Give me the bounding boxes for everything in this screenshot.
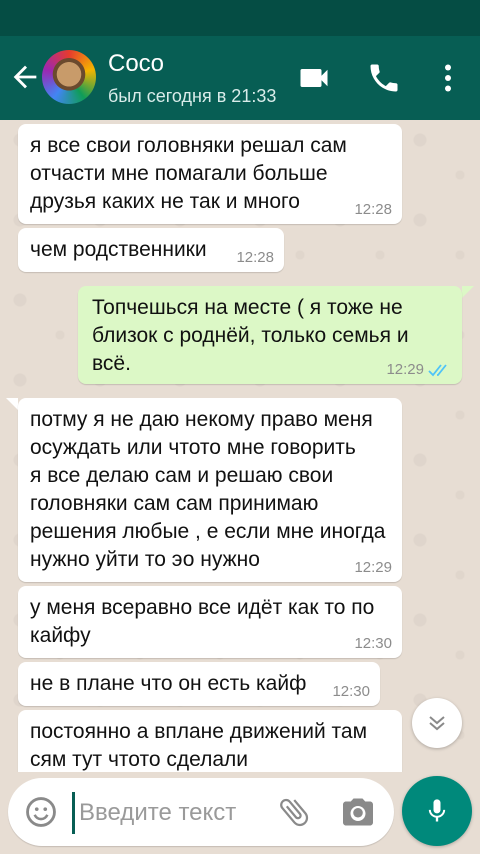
message-time: 12:30 xyxy=(354,635,392,652)
camera-icon[interactable] xyxy=(340,794,376,830)
message-time: 12:29 xyxy=(386,361,424,378)
bubble-tail xyxy=(6,398,18,410)
message-bubble-incoming[interactable]: потму я не даю некому право меня осуждат… xyxy=(18,398,402,582)
back-arrow-icon[interactable] xyxy=(8,60,42,94)
message-input[interactable] xyxy=(72,792,271,834)
last-seen-status: был сегодня в 21:33 xyxy=(108,86,277,106)
message-text: не в плане что он есть кайф xyxy=(30,672,307,695)
message-bubble-incoming[interactable]: чем родственники 12:28 xyxy=(18,228,284,272)
read-receipt-icon xyxy=(428,364,447,377)
message-composer xyxy=(8,778,394,846)
bubble-tail xyxy=(462,286,474,298)
avatar[interactable] xyxy=(42,50,96,104)
message-bubble-incoming[interactable]: постоянно а вплане движений там сям тут … xyxy=(18,710,402,772)
message-time: 12:30 xyxy=(332,683,370,700)
phone-icon[interactable] xyxy=(366,60,402,96)
message-bubble-outgoing[interactable]: Топчешься на месте ( я тоже не близок с … xyxy=(78,286,462,384)
scroll-to-bottom-button[interactable] xyxy=(412,698,462,748)
status-bar xyxy=(0,0,480,36)
mic-icon xyxy=(428,799,446,822)
voice-message-button[interactable] xyxy=(402,776,472,846)
message-list[interactable]: я все свои головняки решал сам отчасти м… xyxy=(0,120,480,772)
attach-icon[interactable] xyxy=(276,794,312,830)
message-text: у меня всеравно все идёт как то по кайфу xyxy=(30,596,375,647)
message-bubble-incoming[interactable]: я все свои головняки решал сам отчасти м… xyxy=(18,124,402,224)
message-time: 12:29 xyxy=(354,559,392,576)
chat-header: Coco был сегодня в 21:33 xyxy=(0,36,480,120)
chevron-down-icon xyxy=(429,716,445,731)
message-bubble-incoming[interactable]: у меня всеравно все идёт как то по кайфу… xyxy=(18,586,402,658)
contact-name[interactable]: Coco xyxy=(108,50,164,78)
message-text: потму я не даю некому право меня осуждат… xyxy=(30,408,386,571)
video-call-icon[interactable] xyxy=(296,60,332,96)
message-time: 12:28 xyxy=(236,249,274,266)
more-vert-icon[interactable] xyxy=(430,60,466,96)
message-text: я все свои головняки решал сам отчасти м… xyxy=(30,134,347,213)
message-time: 12:28 xyxy=(354,201,392,218)
message-text: постоянно а вплане движений там сям тут … xyxy=(30,720,368,771)
message-bubble-incoming[interactable]: не в плане что он есть кайф 12:30 xyxy=(18,662,380,706)
emoji-icon[interactable] xyxy=(24,795,58,829)
